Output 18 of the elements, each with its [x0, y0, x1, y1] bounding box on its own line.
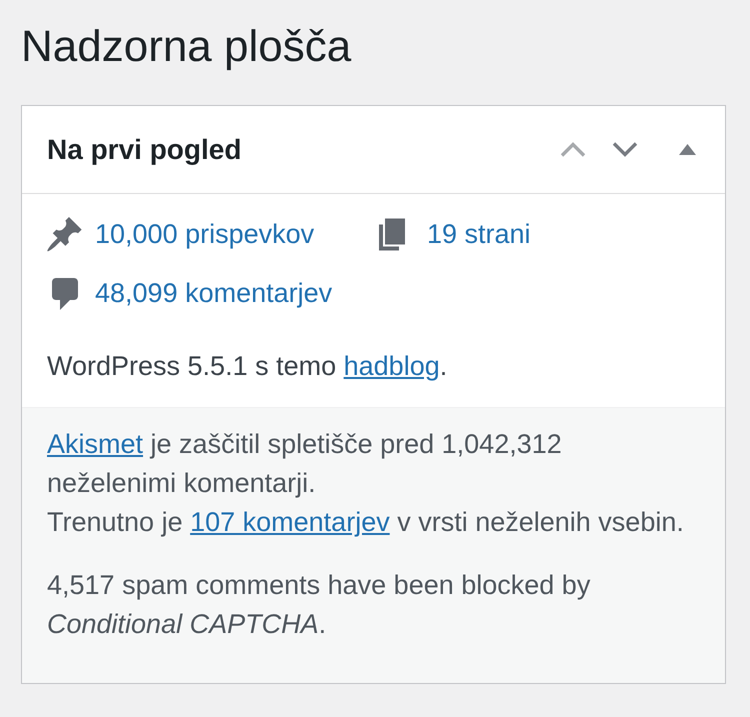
pushpin-icon — [47, 217, 82, 252]
speech-bubble-icon — [52, 278, 78, 310]
spam-stats-text: Trenutno je 107 komentarjev v vrsti neželenih vsebin. — [47, 506, 685, 539]
comments-link[interactable]: 48,099 komentarjev — [95, 274, 332, 313]
chevron-up-icon — [560, 142, 586, 157]
inline-link[interactable]: Akismet — [47, 429, 144, 459]
inline-link[interactable]: 107 komentarjev — [190, 507, 390, 537]
spam-stats-text: 4,517 spam comments have been blocked by Conditional CAPTCHA. — [47, 569, 592, 641]
spam-stats-text: Akismet je zaščitil spletišče pred 1,042,312 neželenimi komentarji. — [47, 428, 563, 500]
version-text: WordPress 5.5.1 s temo hadblog. — [47, 350, 448, 383]
theme-link[interactable]: hadblog — [344, 351, 440, 381]
chevron-down-icon — [612, 142, 638, 157]
posts-link[interactable]: 10,000 prispevkov — [95, 215, 314, 254]
page-title: Nadzorna plošča — [21, 21, 352, 73]
pages-link[interactable]: 19 strani — [427, 215, 531, 254]
widget-title: Na prvi pogled — [47, 132, 242, 166]
triangle-icon — [678, 144, 696, 155]
pages-icon — [379, 218, 405, 251]
